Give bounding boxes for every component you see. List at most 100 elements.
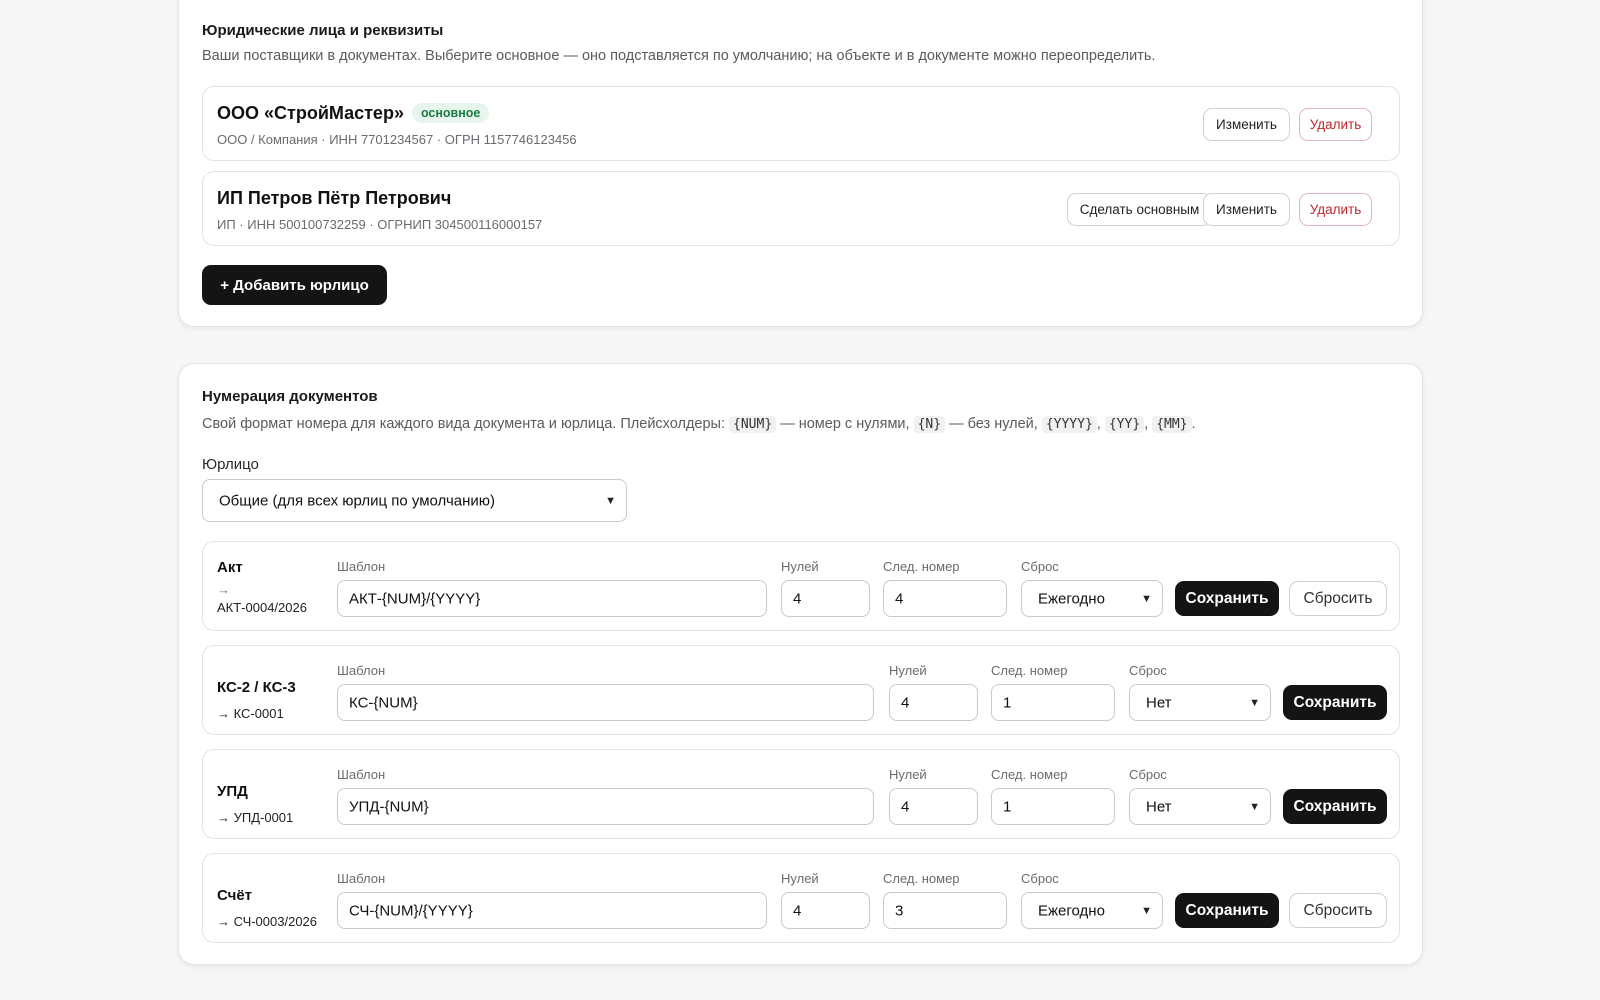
zeros-label: Нулей [781,871,819,886]
desc-comma: , [1144,416,1149,432]
zeros-label: Нулей [781,559,819,574]
template-value: СЧ-{NUM}/{YYYY} [349,902,473,919]
next-number-input[interactable]: 1 [991,788,1115,825]
reset-select-value: Нет [1146,798,1172,815]
placeholder-num: {NUM} [729,416,777,433]
zeros-input[interactable]: 4 [781,580,870,617]
row-preview: → КС-0001 [217,706,284,721]
next-number-input[interactable]: 4 [883,580,1007,617]
main-badge: основное [411,103,490,123]
template-input[interactable]: УПД-{NUM} [337,788,874,825]
template-label: Шаблон [337,767,386,782]
next-number-value: 3 [895,902,904,919]
reset-label: Сброс [1129,663,1167,678]
entity-card-petrov: ИП Петров Пётр Петрович ИП · ИНН 5001007… [202,171,1400,246]
desc-lead: Свой формат номера для каждого вида доку… [202,416,725,432]
reset-label: Сброс [1021,559,1059,574]
numbering-row-act: Акт → АКТ-0004/2026 Шаблон АКТ-{NUM}/{YY… [202,541,1400,631]
zeros-value: 4 [901,694,910,711]
entity-select[interactable]: Общие (для всех юрлиц по умолчанию) ▼ [202,479,627,522]
template-value: АКТ-{NUM}/{YYYY} [349,590,481,607]
next-number-value: 1 [1003,694,1012,711]
entity-name-text: ООО «СтройМастер» [217,103,404,123]
desc-num-text: — номер с нулями, [780,416,910,432]
zeros-label: Нулей [889,663,927,678]
template-label: Шаблон [337,559,386,574]
next-number-input[interactable]: 1 [991,684,1115,721]
placeholder-n: {N} [913,416,946,433]
legal-entities-title: Юридические лица и реквизиты [202,22,444,39]
placeholder-yy: {YY} [1104,416,1145,433]
zeros-input[interactable]: 4 [889,788,978,825]
next-number-value: 1 [1003,798,1012,815]
chevron-down-icon: ▼ [1141,592,1152,605]
row-preview: АКТ-0004/2026 [217,600,307,615]
edit-entity-button[interactable]: Изменить [1203,193,1290,226]
reset-select-value: Нет [1146,694,1172,711]
desc-end: . [1191,416,1196,432]
add-entity-button[interactable]: + Добавить юрлицо [202,265,387,305]
entity-select-value: Общие (для всех юрлиц по умолчанию) [219,492,496,509]
delete-entity-button[interactable]: Удалить [1299,108,1372,141]
row-title: Акт [217,559,243,576]
template-input[interactable]: СЧ-{NUM}/{YYYY} [337,892,767,929]
chevron-down-icon: ▼ [1249,800,1260,813]
reset-select[interactable]: Нет ▼ [1129,684,1271,721]
reset-label: Сброс [1021,871,1059,886]
row-title: УПД [217,783,248,800]
placeholder-yyyy: {YYYY} [1041,416,1097,433]
legal-entities-card: Юридические лица и реквизиты Ваши постав… [178,0,1423,327]
reset-select-value: Ежегодно [1038,590,1105,607]
reset-button[interactable]: Сбросить [1289,581,1387,616]
zeros-value: 4 [793,902,802,919]
reset-label: Сброс [1129,767,1167,782]
save-button[interactable]: Сохранить [1283,685,1387,720]
template-value: УПД-{NUM} [349,798,429,815]
desc-n-text: — без нулей, [949,416,1038,432]
make-main-button[interactable]: Сделать основным [1067,193,1212,226]
row-preview: → СЧ-0003/2026 [217,914,318,929]
next-number-label: След. номер [883,871,960,886]
next-number-label: След. номер [883,559,960,574]
chevron-down-icon: ▼ [1141,904,1152,917]
numbering-row-invoice: Счёт → СЧ-0003/2026 Шаблон СЧ-{NUM}/{YYY… [202,853,1400,943]
entity-name: ИП Петров Пётр Петрович [217,188,452,208]
save-button[interactable]: Сохранить [1283,789,1387,824]
zeros-value: 4 [901,798,910,815]
entity-select-label: Юрлицо [202,456,259,473]
zeros-label: Нулей [889,767,927,782]
numbering-description: Свой формат номера для каждого вида доку… [202,416,1196,433]
template-label: Шаблон [337,871,386,886]
placeholder-mm: {MM} [1152,416,1192,433]
chevron-down-icon: ▼ [605,494,616,507]
next-number-input[interactable]: 3 [883,892,1007,929]
template-input[interactable]: АКТ-{NUM}/{YYYY} [337,580,767,617]
save-button[interactable]: Сохранить [1175,893,1279,928]
numbering-row-ks: КС-2 / КС-3 → КС-0001 Шаблон КС-{NUM} Ну… [202,645,1400,735]
reset-select-value: Ежегодно [1038,902,1105,919]
next-number-label: След. номер [991,663,1068,678]
delete-entity-button[interactable]: Удалить [1299,193,1372,226]
row-title: Счёт [217,887,253,904]
reset-select[interactable]: Нет ▼ [1129,788,1271,825]
zeros-input[interactable]: 4 [781,892,870,929]
template-input[interactable]: КС-{NUM} [337,684,874,721]
legal-entities-description: Ваши поставщики в документах. Выберите о… [202,48,1156,64]
zeros-input[interactable]: 4 [889,684,978,721]
entity-meta: ИП · ИНН 500100732259 · ОГРНИП 304500116… [217,217,543,232]
reset-select[interactable]: Ежегодно ▼ [1021,892,1163,929]
numbering-title: Нумерация документов [202,388,378,405]
entity-name: ООО «СтройМастер» основное [217,103,490,124]
row-preview-arrow: → [217,582,230,597]
entity-card-stroymaster: ООО «СтройМастер» основное ООО / Компания… [202,86,1400,161]
reset-button[interactable]: Сбросить [1289,893,1387,928]
numbering-card: Нумерация документов Свой формат номера … [178,363,1423,965]
reset-select[interactable]: Ежегодно ▼ [1021,580,1163,617]
zeros-value: 4 [793,590,802,607]
row-preview: → УПД-0001 [217,810,294,825]
edit-entity-button[interactable]: Изменить [1203,108,1290,141]
entity-meta: ООО / Компания · ИНН 7701234567 · ОГРН 1… [217,132,577,147]
chevron-down-icon: ▼ [1249,696,1260,709]
save-button[interactable]: Сохранить [1175,581,1279,616]
desc-comma: , [1096,416,1101,432]
